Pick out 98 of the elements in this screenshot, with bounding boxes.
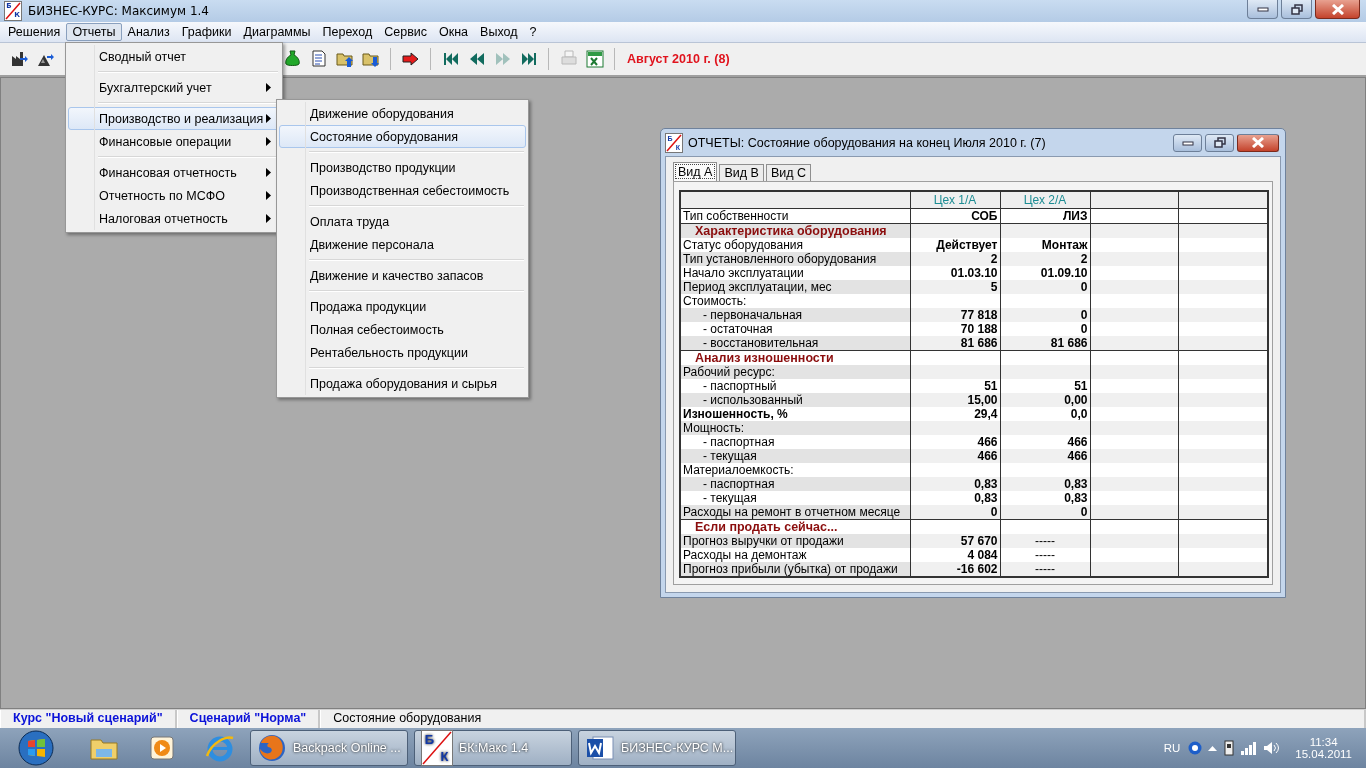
menu-item[interactable]: Налоговая отчетность xyxy=(68,207,280,230)
row-label: Изношенность, % xyxy=(680,407,910,421)
row-label: Прогноз прибыли (убытка) от продажи xyxy=(680,562,910,577)
table-cell: 466 xyxy=(910,435,1000,449)
table-cell: 57 670 xyxy=(910,534,1000,548)
table-cell: 0,83 xyxy=(910,491,1000,505)
menu-item[interactable]: Решения xyxy=(2,23,67,41)
table-cell: 81 686 xyxy=(910,336,1000,351)
row-label: Период эксплуатации, мес xyxy=(680,280,910,294)
row-label: Стоимость: xyxy=(680,294,910,308)
menu-item[interactable]: Движение оборудования xyxy=(279,102,526,125)
row-label: Прогноз выручки от продажи xyxy=(680,534,910,548)
column-header: Цех 2/А xyxy=(1000,191,1090,209)
table-cell: 51 xyxy=(1000,379,1090,393)
row-label: - восстановительная xyxy=(680,336,910,351)
section-heading: Характеристика оборудования xyxy=(680,223,910,238)
table-cell: 2 xyxy=(1000,252,1090,266)
table-cell: 0 xyxy=(1000,505,1090,520)
table-cell: 466 xyxy=(1000,435,1090,449)
table-cell: 0 xyxy=(1000,322,1090,336)
section-heading: Анализ изношенности xyxy=(680,350,910,365)
row-label: - текущая xyxy=(680,449,910,463)
row-label: Материалоемкость: xyxy=(680,463,910,477)
column-header: Цех 1/А xyxy=(910,191,1000,209)
menu-item[interactable]: Полная себестоимость xyxy=(279,318,526,341)
table-cell: 0,0 xyxy=(1000,407,1090,421)
table-cell: 0 xyxy=(1000,280,1090,294)
menu-item[interactable]: Графики xyxy=(175,23,238,41)
menu-item[interactable]: Движение и качество запасов xyxy=(279,264,526,287)
window-title: БИЗНЕС-КУРС: Максимум 1.4 xyxy=(28,4,210,18)
row-label: Расходы на ремонт в отчетном месяце xyxy=(680,505,910,520)
table-cell: 0,83 xyxy=(910,477,1000,491)
menu-item[interactable]: ? xyxy=(523,23,543,41)
tab[interactable]: Вид С xyxy=(765,164,811,181)
row-label: - первоначальная xyxy=(680,308,910,322)
logo-icon: Б К xyxy=(421,730,453,766)
row-label: - паспортная xyxy=(680,435,910,449)
menu-item[interactable]: Анализ xyxy=(121,23,176,41)
menu-item[interactable]: Производственная себестоимость xyxy=(279,179,526,202)
period-label: Август 2010 г. (8) xyxy=(627,52,730,66)
row-label: - текущая xyxy=(680,491,910,505)
taskbar-button[interactable]: Б К БК:Макс 1.4 xyxy=(414,730,572,766)
row-label: - паспортная xyxy=(680,477,910,491)
menu-item[interactable]: Сводный отчет xyxy=(68,45,280,68)
menu-item[interactable]: Отчетность по МСФО xyxy=(68,184,280,207)
table-cell: ----- xyxy=(1000,562,1090,577)
menu-item[interactable]: Переход xyxy=(316,23,379,41)
menu-item[interactable]: Финансовая отчетность xyxy=(68,161,280,184)
table-cell: 0 xyxy=(1000,308,1090,322)
menu-item[interactable]: Движение персонала xyxy=(279,233,526,256)
row-label: - использованный xyxy=(680,393,910,407)
table-cell: 77 818 xyxy=(910,308,1000,322)
table-cell: ----- xyxy=(1000,534,1090,548)
table-cell: Действует xyxy=(910,238,1000,252)
row-label: - остаточная xyxy=(680,322,910,336)
table-cell: 2 xyxy=(910,252,1000,266)
section-heading: Если продать сейчас... xyxy=(680,519,910,534)
menu-item[interactable]: Состояние оборудования xyxy=(279,125,526,148)
menu-item[interactable]: Производство продукции xyxy=(279,156,526,179)
menu-item[interactable]: Выход xyxy=(474,23,524,41)
row-label: Начало эксплуатации xyxy=(680,266,910,280)
menu-item[interactable]: Рентабельность продукции xyxy=(279,341,526,364)
table-cell: 466 xyxy=(1000,449,1090,463)
tab[interactable]: Вид В xyxy=(719,164,764,181)
menu-item[interactable]: Диаграммы xyxy=(237,23,317,41)
table-cell: 0,00 xyxy=(1000,393,1090,407)
table-cell: 5 xyxy=(910,280,1000,294)
tab[interactable]: Вид А xyxy=(673,162,718,181)
menu-item[interactable]: Отчеты xyxy=(66,23,122,41)
table-cell: Монтаж xyxy=(1000,238,1090,252)
row-label: Мощность: xyxy=(680,421,910,435)
table-cell: 4 084 xyxy=(910,548,1000,562)
table-cell: 51 xyxy=(910,379,1000,393)
row-label: Рабочий ресурс: xyxy=(680,365,910,379)
table-cell: ----- xyxy=(1000,548,1090,562)
table-cell: 15,00 xyxy=(910,393,1000,407)
table-cell: 70 188 xyxy=(910,322,1000,336)
table-cell: 29,4 xyxy=(910,407,1000,421)
menu-item[interactable]: Продажа оборудования и сырья xyxy=(279,372,526,395)
menu-item[interactable]: Окна xyxy=(433,23,475,41)
table-cell: 0,83 xyxy=(1000,477,1090,491)
table-cell: 466 xyxy=(910,449,1000,463)
table-cell: 0,83 xyxy=(1000,491,1090,505)
table-cell: 01.09.10 xyxy=(1000,266,1090,280)
row-label: Тип установленного оборудования xyxy=(680,252,910,266)
menu-item[interactable]: Бухгалтерский учет xyxy=(68,76,280,99)
menu-item[interactable]: Сервис xyxy=(378,23,433,41)
table-cell: 0 xyxy=(910,505,1000,520)
menu-item[interactable]: Финансовые операции xyxy=(68,130,280,153)
window-title: ОТЧЕТЫ: Состояние оборудования на конец Июля 2010 г. (7) xyxy=(688,135,1047,150)
table-cell: 01.03.10 xyxy=(910,266,1000,280)
menu-item[interactable]: Продажа продукции xyxy=(279,295,526,318)
menu-item[interactable]: Оплата труда xyxy=(279,210,526,233)
table-cell: -16 602 xyxy=(910,562,1000,577)
row-label: - паспортный xyxy=(680,379,910,393)
row-label: Статус оборудования xyxy=(680,238,910,252)
table-cell: 81 686 xyxy=(1000,336,1090,351)
row-label: Расходы на демонтаж xyxy=(680,548,910,562)
